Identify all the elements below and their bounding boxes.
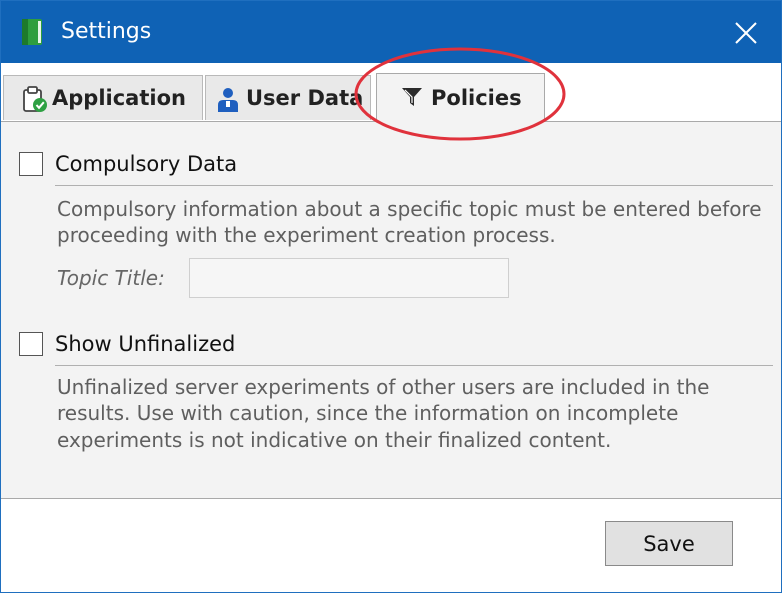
close-button[interactable] bbox=[725, 15, 765, 49]
tab-application-label: Application bbox=[52, 86, 186, 110]
compulsory-data-description: Compulsory information about a specific … bbox=[57, 197, 762, 248]
compulsory-data-checkbox[interactable] bbox=[19, 152, 43, 176]
clipboard-check-icon bbox=[23, 86, 47, 112]
show-unfinalized-description: Unfinalized server experiments of other … bbox=[57, 375, 710, 452]
settings-window: Settings Application User Data Policies … bbox=[0, 0, 782, 593]
book-icon bbox=[22, 19, 42, 45]
title-bar: Settings bbox=[1, 1, 781, 63]
dialog-footer: Save bbox=[1, 499, 781, 592]
window-title: Settings bbox=[61, 19, 152, 44]
compulsory-data-label[interactable]: Compulsory Data bbox=[55, 151, 237, 177]
tab-user-data[interactable]: User Data bbox=[205, 75, 371, 120]
save-button[interactable]: Save bbox=[605, 521, 733, 566]
topic-title-input[interactable] bbox=[189, 258, 509, 298]
tab-policies[interactable]: Policies bbox=[376, 73, 545, 122]
show-unfinalized-label[interactable]: Show Unfinalized bbox=[55, 331, 235, 357]
show-unfinalized-checkbox[interactable] bbox=[19, 332, 43, 356]
tab-user-data-label: User Data bbox=[246, 86, 364, 110]
tab-application[interactable]: Application bbox=[3, 75, 203, 120]
policies-panel: Compulsory Data Compulsory information a… bbox=[1, 121, 781, 499]
tab-policies-label: Policies bbox=[431, 86, 522, 110]
filter-icon bbox=[402, 88, 422, 106]
tab-strip: Application User Data Policies bbox=[1, 63, 781, 122]
section-divider bbox=[55, 365, 773, 366]
section-divider bbox=[55, 185, 773, 186]
close-icon bbox=[735, 22, 757, 44]
user-icon bbox=[218, 88, 238, 112]
topic-title-label: Topic Title: bbox=[57, 266, 165, 290]
